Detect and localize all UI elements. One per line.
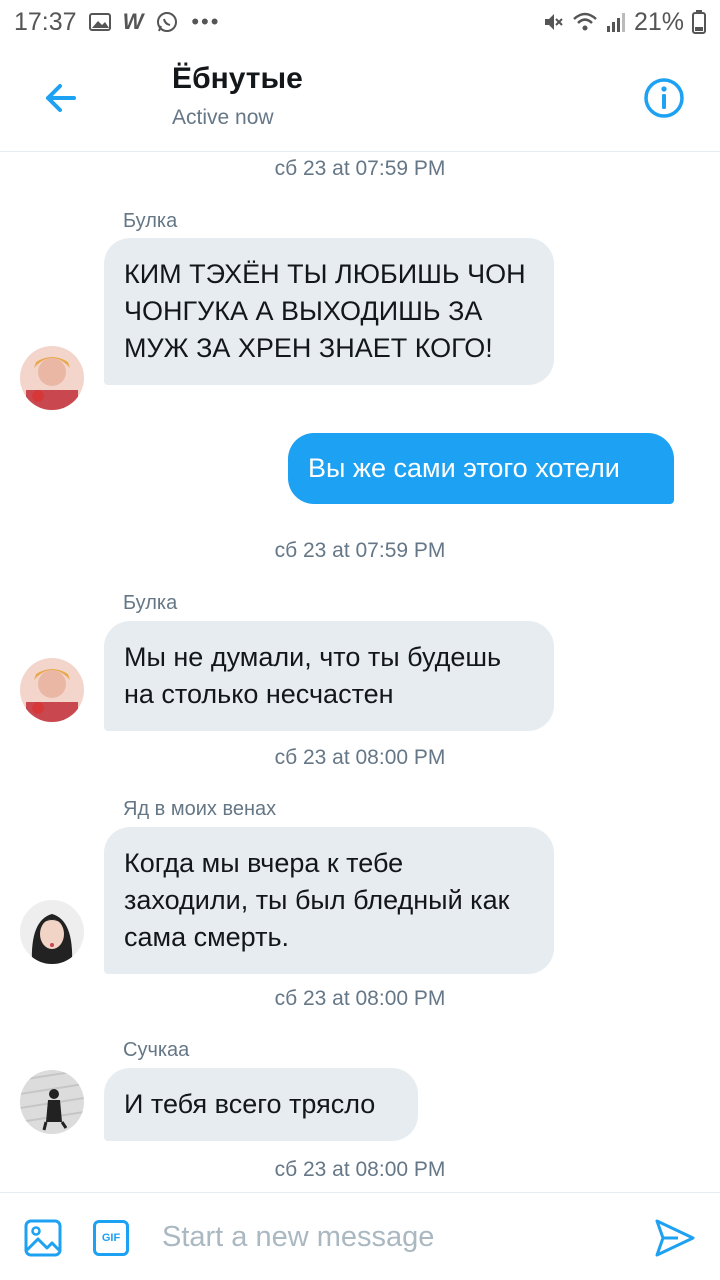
message-bubble-incoming[interactable]: Мы не думали, что ты будешь на столько н…: [104, 621, 554, 731]
send-icon: [655, 1219, 695, 1257]
avatar[interactable]: [20, 658, 84, 722]
mute-icon: [542, 11, 564, 33]
battery-percent: 21%: [633, 7, 684, 36]
status-bar: 17:37 W ••• 21%: [0, 0, 720, 44]
message-bubble-outgoing[interactable]: Вы же сами этого хотели: [288, 433, 674, 504]
message-timestamp: сб 23 at 08:00 PM: [274, 746, 446, 769]
info-button[interactable]: [642, 76, 686, 120]
gif-icon: GIF: [101, 1232, 121, 1244]
message-sender: Булка: [123, 592, 178, 614]
info-icon: [644, 78, 684, 118]
gif-button[interactable]: GIF: [93, 1220, 129, 1256]
conversation-title-block[interactable]: Ёбнутые Active now: [172, 62, 303, 130]
message-bubble-incoming[interactable]: КИМ ТЭХЁН ТЫ ЛЮБИШЬ ЧОН ЧОНГУКА А ВЫХОДИ…: [104, 238, 554, 385]
message-list[interactable]: сб 23 at 07:59 PM Булка КИМ ТЭХЁН ТЫ ЛЮБ…: [0, 152, 720, 1192]
more-notifications-icon: •••: [191, 9, 221, 34]
w-notification-icon: W: [122, 9, 144, 34]
send-button[interactable]: [654, 1217, 696, 1259]
gallery-notification-icon: [88, 12, 111, 32]
conversation-title: Ёбнутые: [172, 62, 303, 95]
message-composer: GIF: [0, 1192, 720, 1280]
wifi-icon: [572, 11, 598, 33]
avatar[interactable]: [20, 900, 84, 964]
add-image-button[interactable]: [24, 1219, 62, 1257]
back-button[interactable]: [38, 76, 82, 120]
whatsapp-notification-icon: [155, 10, 179, 34]
status-time: 17:37: [14, 7, 77, 36]
message-sender: Булка: [123, 210, 178, 232]
message-timestamp: сб 23 at 07:59 PM: [274, 157, 446, 180]
message-sender: Яд в моих венах: [123, 798, 277, 820]
message-input[interactable]: [162, 1215, 622, 1259]
conversation-status: Active now: [172, 106, 274, 129]
battery-icon: [692, 10, 706, 34]
message-timestamp: сб 23 at 07:59 PM: [274, 539, 446, 562]
signal-icon: [606, 11, 626, 33]
avatar[interactable]: [20, 346, 84, 410]
message-bubble-incoming[interactable]: Когда мы вчера к тебе заходили, ты был б…: [104, 827, 554, 974]
conversation-header: Ёбнутые Active now: [0, 44, 720, 152]
message-timestamp: сб 23 at 08:00 PM: [274, 987, 446, 1010]
message-sender: Сучкаа: [123, 1039, 190, 1061]
back-arrow-icon: [46, 84, 76, 112]
message-timestamp: сб 23 at 08:00 PM: [274, 1158, 446, 1181]
image-icon: [24, 1219, 62, 1257]
avatar[interactable]: [20, 1070, 84, 1134]
message-bubble-incoming[interactable]: И тебя всего трясло: [104, 1068, 418, 1141]
